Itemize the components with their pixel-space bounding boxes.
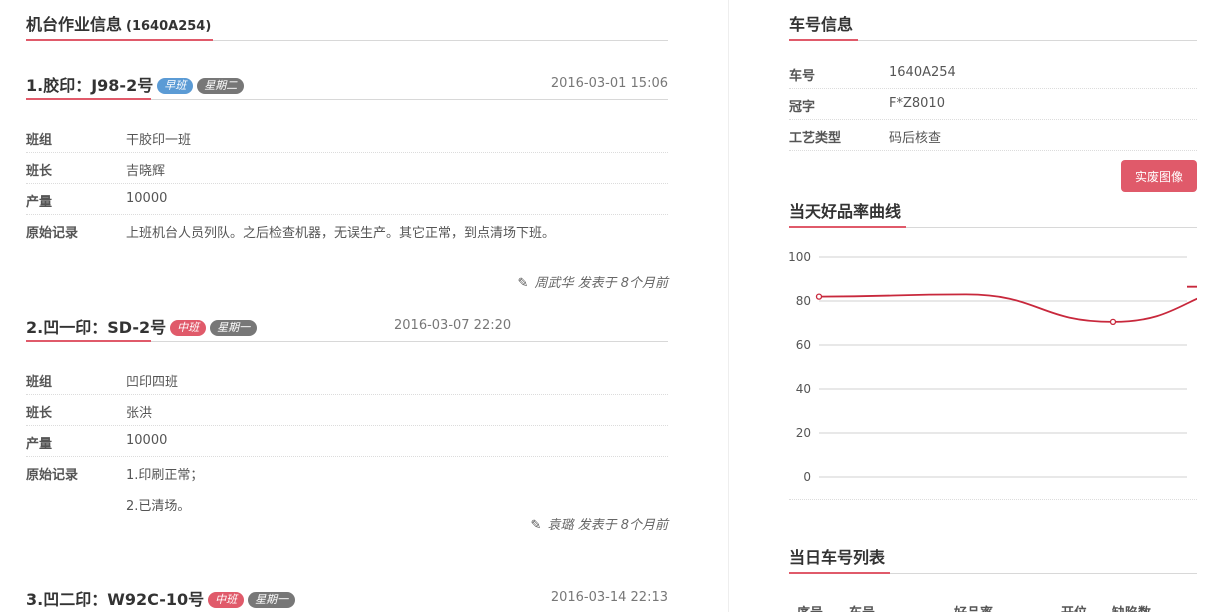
job-header: 3.凹二印：W92C-10号 中班 星期一 2016-03-14 22:13 — [26, 586, 668, 612]
output-label: 产量 — [26, 195, 53, 210]
shift-badge: 中班 — [208, 592, 245, 608]
job-title: 2.凹一印：SD-2号 中班 星期一 — [26, 314, 258, 338]
curve-title: 当天好品率曲线 — [789, 202, 902, 221]
yield-line-chart: 0 20 40 60 80 100 — [788, 250, 1209, 484]
job-posted-by[interactable]: ✎ 周武华 发表于 8个月前 — [518, 272, 668, 291]
crown-value: F*Z8010 — [889, 96, 945, 111]
weekday-badge: 星期一 — [248, 592, 296, 608]
record-value: 上班机台人员列队。之后检查机器，无误生产。其它正常，到点清场下班。 — [126, 226, 556, 241]
job-datetime: 2016-03-07 22:20 — [394, 318, 512, 333]
column-header[interactable]: 车号 — [849, 602, 875, 612]
yield-series-line — [818, 285, 1209, 323]
process-type-label: 工艺类型 — [789, 131, 842, 146]
leader-label: 班长 — [26, 406, 53, 421]
column-header[interactable]: 缺陷数 — [1112, 602, 1151, 612]
machine-info-title: 机台作业信息 (1640A254) — [26, 15, 212, 34]
y-tick-label: 80 — [796, 294, 811, 308]
y-tick-label: 0 — [803, 470, 811, 484]
output-label: 产量 — [26, 437, 53, 452]
car-panel: 车号信息 车号 1640A254 冠字 F*Z8010 工艺类型 码后核查 实废图像 … — [788, 0, 1209, 612]
column-header[interactable]: 序号 — [797, 602, 823, 612]
leader-label: 班长 — [26, 164, 53, 179]
record-label: 原始记录 — [26, 226, 79, 241]
output-value: 10000 — [126, 433, 168, 448]
crown-label: 冠字 — [789, 100, 816, 115]
data-point[interactable] — [1109, 318, 1117, 326]
machine-info-header: 机台作业信息 (1640A254) — [26, 0, 668, 41]
job-header: 2.凹一印：SD-2号 中班 星期一 2016-03-07 22:20 — [26, 314, 668, 342]
y-tick-label: 100 — [789, 250, 811, 264]
leader-value: 吉晓辉 — [126, 164, 166, 179]
car-info-title: 车号信息 — [789, 15, 854, 34]
data-point[interactable] — [815, 293, 823, 300]
car-number-label: 车号 — [789, 69, 816, 84]
car-list-header: 当日车号列表 — [789, 533, 1197, 574]
column-header[interactable]: 开位 — [1061, 602, 1087, 612]
team-label: 班组 — [26, 375, 53, 390]
car-details: 车号 1640A254 冠字 F*Z8010 工艺类型 码后核查 — [789, 58, 1197, 151]
record-value: 2.已清场。 — [126, 499, 191, 514]
team-label: 班组 — [26, 133, 53, 148]
yield-chart: 0 20 40 60 80 100 — [788, 245, 1209, 500]
machine-code: (1640A254) — [126, 19, 212, 34]
column-header[interactable]: 好品率 — [954, 602, 993, 612]
leader-value: 张洪 — [126, 406, 153, 421]
y-tick-label: 60 — [796, 338, 811, 352]
car-info-header: 车号信息 — [789, 0, 1197, 41]
process-type-value: 码后核查 — [889, 131, 942, 146]
job-title: 1.胶印：J98-2号 早班 星期二 — [26, 72, 245, 96]
job-datetime: 2016-03-14 22:13 — [550, 590, 668, 605]
team-value: 凹印四班 — [126, 375, 179, 390]
team-value: 干胶印一班 — [126, 133, 192, 148]
car-number-value: 1640A254 — [889, 65, 956, 80]
machine-job-panel: 机台作业信息 (1640A254) 1.胶印：J98-2号 早班 星期二 2016-0… — [26, 0, 668, 609]
shift-badge: 中班 — [170, 320, 207, 336]
car-list-title: 当日车号列表 — [789, 548, 886, 567]
curve-header: 当天好品率曲线 — [789, 187, 1197, 228]
job-title: 3.凹二印：W92C-10号 中班 星期一 — [26, 586, 296, 610]
shift-badge: 早班 — [157, 78, 194, 94]
column-divider — [728, 0, 729, 612]
pencil-icon: ✎ — [530, 518, 542, 533]
weekday-badge: 星期二 — [197, 78, 245, 94]
output-value: 10000 — [126, 191, 168, 206]
weekday-badge: 星期一 — [210, 320, 258, 336]
pencil-icon: ✎ — [517, 276, 529, 291]
y-tick-label: 40 — [796, 382, 811, 396]
job-posted-by[interactable]: ✎ 袁璐 发表于 8个月前 — [531, 514, 668, 533]
record-value: 1.印刷正常； — [126, 468, 204, 483]
job-header: 1.胶印：J98-2号 早班 星期二 2016-03-01 15:06 — [26, 72, 668, 100]
job-details: 班组 凹印四班 班长 张洪 产量 10000 原始记录 1.印刷正常； 2.已清场。 — [26, 364, 668, 519]
record-label: 原始记录 — [26, 468, 79, 483]
y-tick-label: 20 — [796, 426, 811, 440]
job-details: 班组 干胶印一班 班长 吉晓辉 产量 10000 原始记录 上班机台人员列队。之后检查机… — [26, 122, 668, 246]
job-datetime: 2016-03-01 15:06 — [550, 76, 668, 91]
